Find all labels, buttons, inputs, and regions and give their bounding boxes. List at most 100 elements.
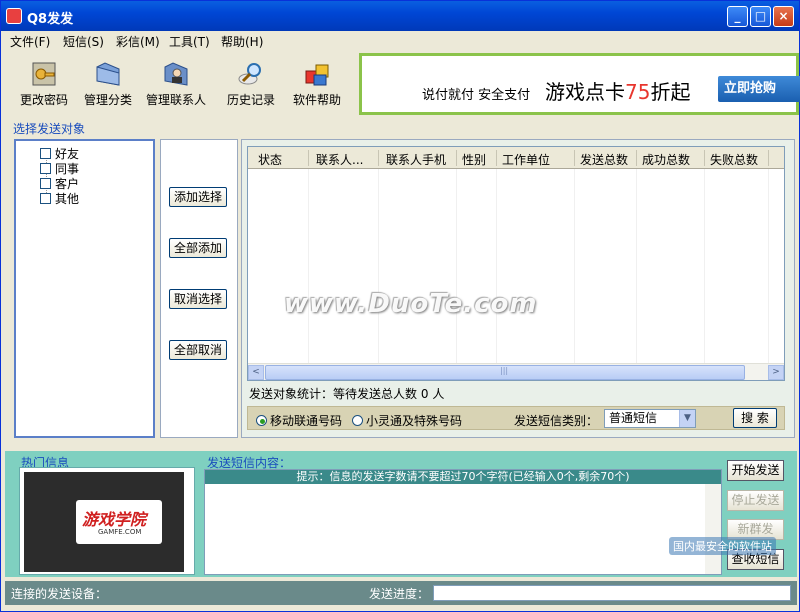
- grid-line: [574, 169, 575, 365]
- stop-send-button[interactable]: 停止发送: [727, 490, 784, 511]
- add-all-button[interactable]: 全部添加: [169, 238, 227, 258]
- game-academy-logo: 游戏学院 GAMFE.COM: [76, 500, 162, 544]
- history-button[interactable]: 历史记录: [220, 53, 282, 113]
- maximize-button[interactable]: □: [750, 6, 771, 27]
- corner-watermark: 国内最安全的软件站: [669, 537, 776, 555]
- vertical-scrollbar[interactable]: [705, 484, 721, 574]
- col-separator: [496, 150, 497, 166]
- grid-line: [308, 169, 309, 365]
- col-phone[interactable]: 联系人手机: [386, 151, 456, 168]
- grid-line: [768, 169, 769, 365]
- menu-mms[interactable]: 彩信(M): [116, 33, 160, 50]
- number-filter-bar: 移动联通号码 小灵通及特殊号码 发送短信类别： 普通短信 ▼ 搜 索: [247, 406, 785, 430]
- radio-mobile-numbers[interactable]: 移动联通号码: [256, 412, 342, 429]
- hot-info-image[interactable]: 游戏学院 GAMFE.COM: [24, 472, 184, 572]
- manage-category-button[interactable]: 管理分类: [77, 53, 139, 113]
- col-separator: [378, 150, 379, 166]
- search-button[interactable]: 搜 索: [733, 408, 777, 428]
- grid-line: [496, 169, 497, 365]
- grid-line: [704, 169, 705, 365]
- main-window: Q8发发 _ □ × 文件(F) 短信(S) 彩信(M) 工具(T) 帮助(H)…: [0, 0, 800, 612]
- menu-file[interactable]: 文件(F): [10, 33, 50, 50]
- col-contact[interactable]: 联系人...: [316, 151, 378, 168]
- col-separator: [636, 150, 637, 166]
- col-separator: [456, 150, 457, 166]
- ad-headline: 游戏点卡75折起: [545, 80, 691, 104]
- col-company[interactable]: 工作单位: [502, 151, 574, 168]
- status-bar: 连接的发送设备： 发送进度：: [5, 581, 797, 605]
- tree-node-others[interactable]: 其他: [40, 190, 79, 207]
- close-button[interactable]: ×: [773, 6, 794, 27]
- grid-line: [636, 169, 637, 365]
- device-label: 连接的发送设备：: [11, 587, 108, 601]
- stats-label: 发送对象统计：等待发送总人数: [249, 387, 418, 401]
- menu-tools[interactable]: 工具(T): [169, 33, 210, 50]
- checkbox[interactable]: [40, 193, 51, 204]
- minimize-button[interactable]: _: [727, 6, 748, 27]
- radio-button[interactable]: [352, 415, 363, 426]
- col-gender[interactable]: 性别: [462, 151, 496, 168]
- checkbox[interactable]: [40, 178, 51, 189]
- tool-label: 管理联系人: [145, 93, 206, 107]
- recipients-table[interactable]: 状态 联系人... 联系人手机 性别 工作单位 发送总数 成功总数 失败总数 <…: [247, 146, 785, 381]
- start-send-button[interactable]: 开始发送: [727, 460, 784, 481]
- menu-sms[interactable]: 短信(S): [63, 33, 104, 50]
- scroll-grip: |||: [500, 366, 509, 375]
- menu-bar: 文件(F) 短信(S) 彩信(M) 工具(T) 帮助(H): [1, 31, 799, 49]
- ad-banner[interactable]: 说付就付 安全支付 游戏点卡75折起 立即抢购: [359, 53, 800, 115]
- horizontal-scrollbar[interactable]: < ||| >: [248, 363, 784, 380]
- hot-info-box[interactable]: 游戏学院 GAMFE.COM: [19, 467, 195, 575]
- contacts-icon: [164, 62, 188, 86]
- col-success-total[interactable]: 成功总数: [642, 151, 704, 168]
- chevron-down-icon[interactable]: ▼: [679, 410, 695, 427]
- table-header: 状态 联系人... 联系人手机 性别 工作单位 发送总数 成功总数 失败总数: [248, 147, 784, 169]
- app-icon: [6, 8, 22, 24]
- toolbar: 更改密码 管理分类 管理联系人 历史记录 软件帮助 说付就付 安全支付 游戏点卡…: [5, 51, 800, 117]
- col-separator: [308, 150, 309, 166]
- col-separator: [768, 150, 769, 166]
- grid-line: [456, 169, 457, 365]
- watermark-text: www.DuoTe.com: [284, 289, 538, 319]
- tool-label: 管理分类: [83, 93, 132, 107]
- col-status[interactable]: 状态: [258, 151, 308, 168]
- cancel-all-button[interactable]: 全部取消: [169, 340, 227, 360]
- add-selected-button[interactable]: 添加选择: [169, 187, 227, 207]
- cancel-selected-button[interactable]: 取消选择: [169, 289, 227, 309]
- contact-group-tree: 好友 同事 客户 其他: [14, 139, 155, 438]
- ad-buy-button[interactable]: 立即抢购: [718, 76, 800, 102]
- window-title: Q8发发: [27, 12, 74, 27]
- checkbox[interactable]: [40, 163, 51, 174]
- char-limit-hint: 提示：信息的发送字数请不要超过70个字符(已经输入0个,剩余70个): [205, 470, 721, 484]
- col-failed-total[interactable]: 失败总数: [710, 151, 770, 168]
- folder-icon: [96, 62, 120, 86]
- stats-unit: 人: [432, 387, 445, 401]
- grid-line: [378, 169, 379, 365]
- tool-label: 更改密码: [19, 93, 68, 107]
- manage-contacts-button[interactable]: 管理联系人: [145, 53, 207, 113]
- title-bar[interactable]: Q8发发 _ □ ×: [1, 1, 799, 31]
- col-separator: [574, 150, 575, 166]
- message-textarea[interactable]: 提示：信息的发送字数请不要超过70个字符(已经输入0个,剩余70个): [204, 469, 722, 575]
- recipient-stats: 发送对象统计：等待发送总人数 0 人: [249, 385, 444, 402]
- select-targets-title: 选择发送对象: [13, 122, 86, 136]
- menu-help[interactable]: 帮助(H): [221, 33, 263, 50]
- col-sent-total[interactable]: 发送总数: [580, 151, 636, 168]
- sms-type-select[interactable]: 普通短信 ▼: [604, 409, 696, 428]
- key-icon: [32, 62, 56, 86]
- tool-label: 软件帮助: [292, 93, 341, 107]
- progress-label: 发送进度：: [369, 587, 430, 601]
- sms-type-label: 发送短信类别：: [514, 414, 599, 428]
- magnifier-icon: [238, 63, 261, 85]
- selection-actions: 添加选择 全部添加 取消选择 全部取消: [160, 139, 238, 438]
- help-icon: [305, 64, 329, 86]
- radio-button[interactable]: [256, 415, 267, 426]
- change-password-button[interactable]: 更改密码: [13, 53, 75, 113]
- scroll-left-button[interactable]: <: [248, 365, 264, 380]
- send-progress-bar: [433, 585, 791, 601]
- help-button[interactable]: 软件帮助: [286, 53, 348, 113]
- checkbox[interactable]: [40, 148, 51, 159]
- scroll-right-button[interactable]: >: [768, 365, 784, 380]
- stats-count: 0: [420, 387, 429, 401]
- col-separator: [704, 150, 705, 166]
- radio-phs-numbers[interactable]: 小灵通及特殊号码: [352, 412, 462, 429]
